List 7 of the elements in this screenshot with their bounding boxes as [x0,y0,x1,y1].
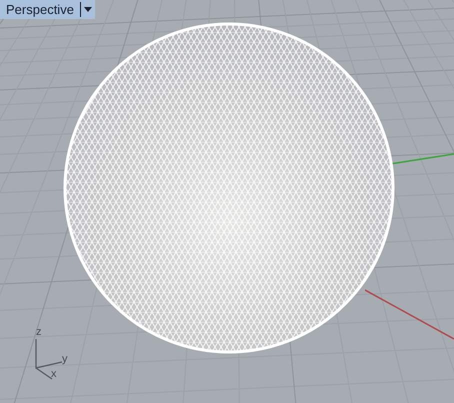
axis-gizmo-drawing [35,339,63,381]
viewport-tab[interactable]: Perspective [0,0,95,19]
axis-label: y [62,354,68,365]
axis-label: x [51,369,56,380]
viewport-title: Perspective [5,1,75,19]
y-axis-line [390,152,454,166]
axis-label: z [36,327,42,338]
